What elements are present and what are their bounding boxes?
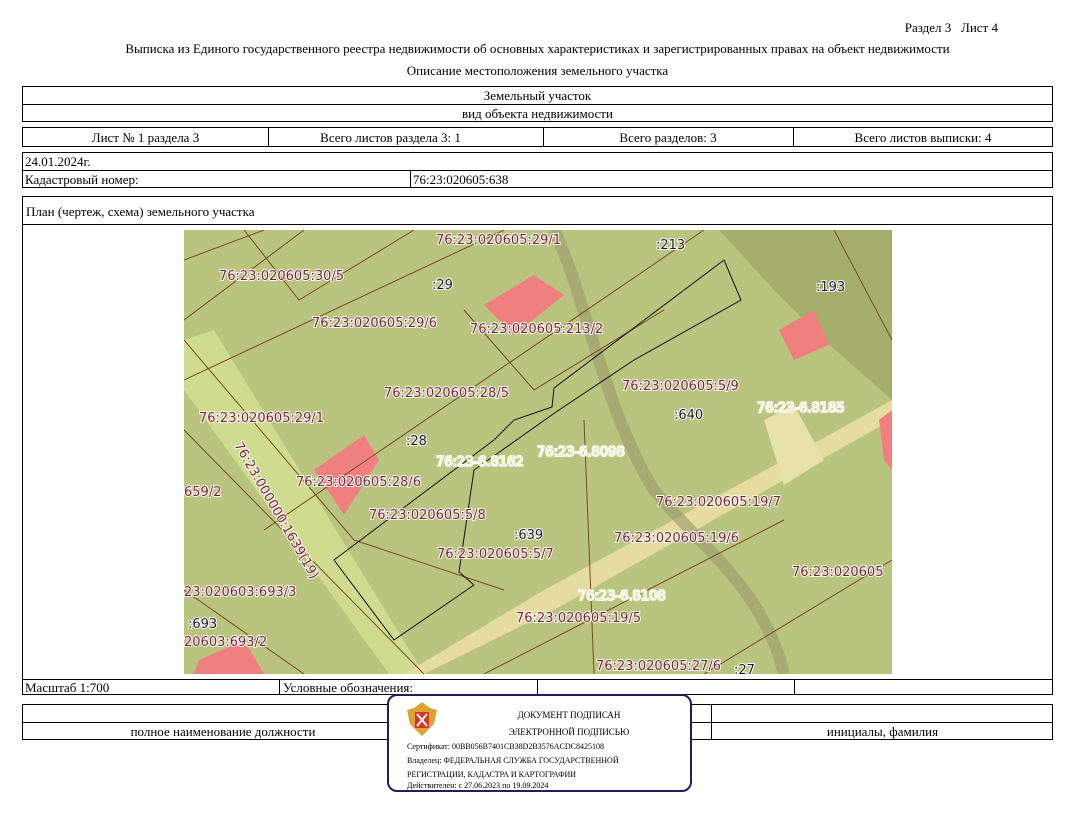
map-label: 76:23:020605 xyxy=(792,565,883,580)
document-subtitle: Описание местоположения земельного участ… xyxy=(406,63,669,78)
map-label: 76:23:020605:29/1 xyxy=(436,233,561,248)
object-type-box: Земельный участок вид объекта недвижимос… xyxy=(22,86,1053,122)
map-label: 76:23:020605:19/7 xyxy=(656,495,781,510)
object-type: Земельный участок xyxy=(483,88,592,103)
map-label: 76:23-6.8162 xyxy=(436,455,524,470)
map-svg: 76:23:020605:29/1 :213 76:23:020605:30/5… xyxy=(184,230,892,674)
map-label: 76:23-6.8108 xyxy=(578,589,666,604)
stamp-certificate: Сертификат: 00BB056B7401CB38D2B3576ACDC8… xyxy=(407,742,604,751)
total-sheets: Всего листов выписки: 4 xyxy=(854,130,992,145)
map-label: :193 xyxy=(816,280,845,295)
cadastral-map[interactable]: 76:23:020605:29/1 :213 76:23:020605:30/5… xyxy=(184,230,892,674)
extract-date: 24.01.2024г. xyxy=(25,154,91,169)
sheet-number: Лист № 1 раздела 3 xyxy=(91,130,200,145)
sheet-label: Лист 4 xyxy=(961,20,998,35)
map-label: 76:23:020605:213/2 xyxy=(470,322,603,337)
total-sections: Всего разделов: 3 xyxy=(619,130,717,145)
map-label: 76:23:020605:30/5 xyxy=(219,269,344,284)
map-label: 76:23:020605:27/6 xyxy=(596,659,721,674)
cadastral-number: 76:23:020605:638 xyxy=(413,172,509,187)
cadastral-label: Кадастровый номер: xyxy=(25,172,139,187)
map-label: :639 xyxy=(514,528,543,543)
map-label: 76:23:020605:5/8 xyxy=(369,508,486,523)
scale-row: Масштаб 1:700 Условные обозначения: xyxy=(22,679,1053,695)
document-title: Выписка из Единого государственного реес… xyxy=(125,41,950,56)
map-label: 659/2 xyxy=(184,485,221,500)
total-section-sheets: Всего листов раздела 3: 1 xyxy=(320,130,461,145)
object-type-caption: вид объекта недвижимости xyxy=(462,106,613,121)
map-label: 76:23:020605:19/5 xyxy=(516,611,641,626)
stamp-line-1: ДОКУМЕНТ ПОДПИСАН xyxy=(517,710,621,720)
map-label: 76:23:020605:19/6 xyxy=(614,531,739,546)
coat-of-arms-icon xyxy=(407,702,437,736)
info-box: 24.01.2024г. Кадастровый номер: 76:23:02… xyxy=(22,152,1053,188)
map-label: 76:23-6.8185 xyxy=(757,401,845,416)
section-sheet: Раздел 3 Лист 4 xyxy=(905,20,998,36)
map-label: :213 xyxy=(656,238,685,253)
stamp-owner-2: РЕГИСТРАЦИИ, КАДАСТРА И КАРТОГРАФИИ xyxy=(407,770,577,779)
map-label: 76:23-6.8098 xyxy=(537,445,625,460)
name-caption: инициалы, фамилия xyxy=(826,724,939,739)
section-label: Раздел 3 xyxy=(904,20,952,35)
map-label: :28 xyxy=(406,434,427,449)
map-label: 76:23:020605:5/7 xyxy=(437,547,554,562)
stamp-validity: Действителен: с 27.06.2023 по 19.09.2024 xyxy=(407,781,549,790)
scale: Масштаб 1:700 xyxy=(25,680,110,695)
map-label: 20603:693/2 xyxy=(184,635,267,650)
map-label: 23:020603:693/3 xyxy=(184,585,296,600)
stamp-line-2: ЭЛЕКТРОННОЙ ПОДПИСЬЮ xyxy=(508,727,630,737)
stamp-owner-1: Владелец: ФЕДЕРАЛЬНАЯ СЛУЖБА ГОСУДАРСТВЕ… xyxy=(407,756,619,765)
map-label: :27 xyxy=(734,663,755,674)
sheets-row: Лист № 1 раздела 3 Всего листов раздела … xyxy=(22,127,1053,147)
map-label: 76:23:020605:29/6 xyxy=(312,316,437,331)
e-signature-stamp: ДОКУМЕНТ ПОДПИСАН ЭЛЕКТРОННОЙ ПОДПИСЬЮ С… xyxy=(387,694,692,792)
extract-page: Раздел 3 Лист 4 Выписка из Единого госуд… xyxy=(0,0,1080,830)
map-label: :693 xyxy=(188,617,217,632)
map-label: 76:23:020605:29/1 xyxy=(199,411,324,426)
map-label: 76:23:020605:28/5 xyxy=(384,386,509,401)
map-label: :640 xyxy=(674,408,703,423)
map-label: 76:23:020605:5/9 xyxy=(622,379,739,394)
position-caption: полное наименование должности xyxy=(130,724,316,739)
map-label: 76:23:020605:28/6 xyxy=(296,475,421,490)
plan-title: План (чертеж, схема) земельного участка xyxy=(26,204,255,219)
map-label: :29 xyxy=(432,278,453,293)
